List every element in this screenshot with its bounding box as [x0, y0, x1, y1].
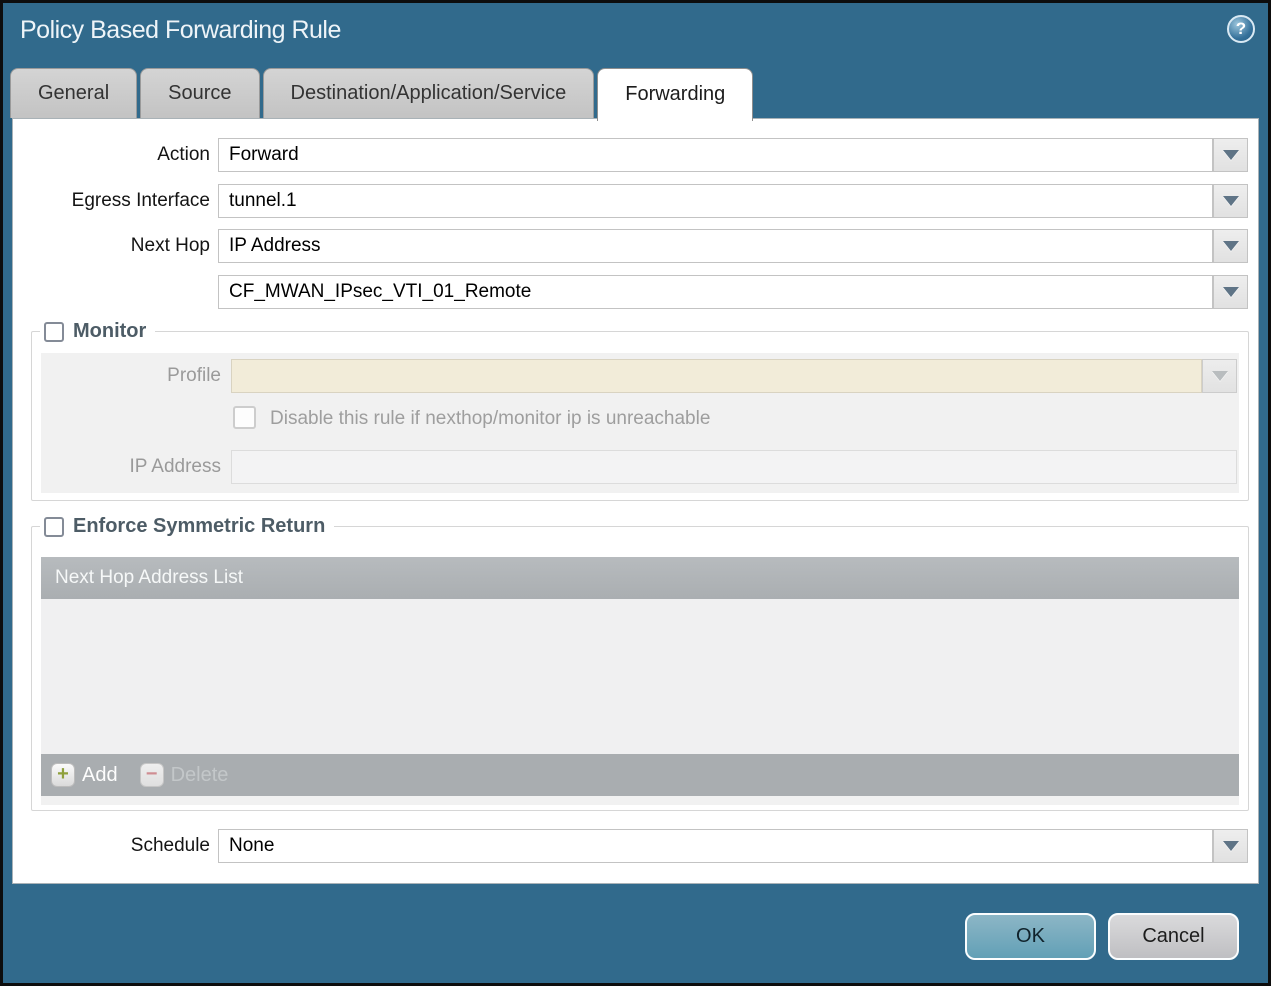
profile-input [231, 359, 1202, 393]
monitor-ip-address-input [231, 450, 1237, 484]
plus-icon: + [51, 763, 75, 787]
tab-bar: General Source Destination/Application/S… [10, 68, 754, 121]
chevron-down-icon [1222, 287, 1239, 297]
ok-button[interactable]: OK [965, 913, 1096, 960]
pbf-rule-dialog: Policy Based Forwarding Rule ? General S… [0, 0, 1271, 986]
chevron-down-icon [1222, 196, 1239, 206]
tab-destination-application-service[interactable]: Destination/Application/Service [262, 68, 595, 118]
add-button[interactable]: + Add [51, 763, 118, 787]
disable-rule-label: Disable this rule if nexthop/monitor ip … [270, 408, 711, 429]
monitor-legend-label: Monitor [73, 320, 147, 342]
monitor-ip-address-label: IP Address [129, 456, 221, 477]
enforce-symmetric-return-section: Enforce Symmetric Return Next Hop Addres… [31, 513, 1249, 811]
forwarding-tab-panel: Action Egress Interface Next Hop Monitor… [12, 118, 1259, 884]
schedule-label: Schedule [130, 835, 210, 856]
egress-interface-input[interactable] [218, 184, 1213, 218]
monitor-section: Monitor Profile Disable this rule if nex… [31, 318, 1249, 501]
action-label: Action [157, 144, 210, 165]
enforce-symmetric-return-legend: Enforce Symmetric Return [40, 513, 335, 540]
tab-general[interactable]: General [10, 68, 138, 118]
cancel-button[interactable]: Cancel [1108, 913, 1239, 960]
monitor-legend: Monitor [40, 318, 156, 345]
add-button-label: Add [82, 763, 118, 786]
next-hop-type-dropdown-button[interactable] [1213, 229, 1248, 263]
action-input[interactable] [218, 138, 1213, 172]
delete-button-label: Delete [170, 763, 229, 786]
delete-button: − Delete [139, 763, 229, 787]
next-hop-type-input[interactable] [218, 229, 1213, 263]
chevron-down-icon [1222, 841, 1239, 851]
profile-dropdown-button [1202, 359, 1237, 393]
help-icon[interactable]: ? [1227, 15, 1255, 43]
chevron-down-icon [1211, 371, 1228, 381]
table-header: Next Hop Address List [41, 557, 1239, 599]
table-body-empty [41, 599, 1239, 754]
next-hop-address-list-table: Next Hop Address List + Add − Delete [41, 557, 1239, 805]
schedule-dropdown-button[interactable] [1213, 829, 1248, 863]
monitor-checkbox[interactable] [44, 321, 64, 342]
table-bottom-strip [41, 796, 1239, 805]
action-dropdown-button[interactable] [1213, 138, 1248, 172]
minus-icon: − [139, 763, 164, 787]
chevron-down-icon [1222, 241, 1239, 251]
egress-interface-label: Egress Interface [71, 190, 210, 211]
next-hop-address-input[interactable] [218, 275, 1213, 309]
enforce-symmetric-return-legend-label: Enforce Symmetric Return [73, 515, 326, 537]
profile-label: Profile [167, 365, 221, 386]
tab-forwarding[interactable]: Forwarding [597, 68, 754, 121]
tab-source[interactable]: Source [140, 68, 260, 118]
egress-interface-dropdown-button[interactable] [1213, 184, 1248, 218]
enforce-symmetric-return-checkbox[interactable] [44, 516, 64, 537]
next-hop-address-dropdown-button[interactable] [1213, 275, 1248, 309]
schedule-input[interactable] [218, 829, 1213, 863]
next-hop-label: Next Hop [130, 235, 210, 256]
disable-rule-checkbox [233, 406, 256, 429]
chevron-down-icon [1222, 150, 1239, 160]
monitor-panel: Profile Disable this rule if nexthop/mon… [41, 353, 1239, 493]
dialog-title: Policy Based Forwarding Rule [20, 16, 341, 44]
table-toolbar: + Add − Delete [41, 754, 1239, 796]
